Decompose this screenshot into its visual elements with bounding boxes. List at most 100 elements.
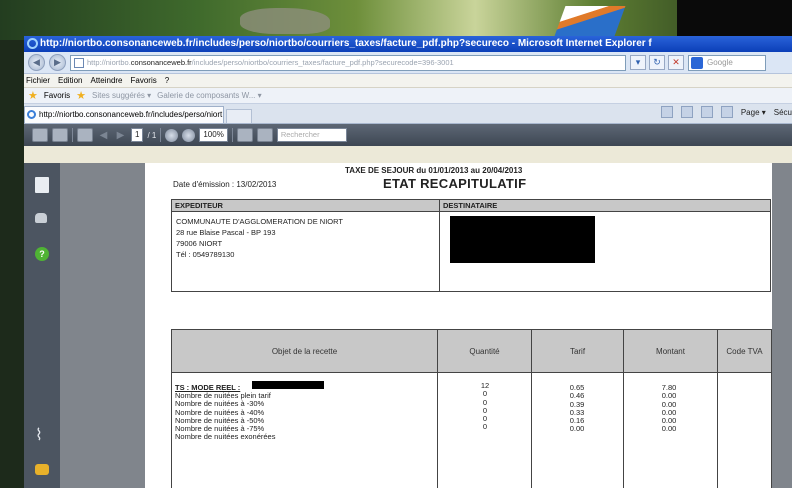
col-header-code-tva: Code TVA bbox=[717, 329, 772, 373]
comment-icon[interactable] bbox=[35, 464, 49, 475]
tarif-cell: 0.00 bbox=[569, 424, 585, 434]
tab-row: http://niortbo.consonanceweb.fr/includes… bbox=[24, 104, 792, 124]
star-icon: ★ bbox=[28, 89, 38, 102]
print-icon[interactable] bbox=[32, 128, 48, 142]
expediteur-line: 28 rue Blaise Pascal - BP 193 bbox=[176, 228, 276, 237]
collaborate-icon[interactable] bbox=[77, 128, 93, 142]
back-button[interactable]: ◀ bbox=[28, 54, 45, 71]
attachment-icon[interactable]: ⌇ bbox=[35, 425, 49, 444]
previous-page-icon[interactable]: ◀ bbox=[97, 129, 110, 142]
wallpaper-logo bbox=[554, 6, 626, 36]
page-menu[interactable]: Page ▾ bbox=[741, 108, 766, 117]
tab-ie-icon bbox=[27, 110, 36, 119]
expediteur-box: EXPEDITEUR COMMUNAUTE D'AGGLOMERATION DE… bbox=[171, 199, 440, 292]
page-total: / 1 bbox=[147, 130, 157, 140]
menu-fichier[interactable]: Fichier bbox=[26, 74, 50, 87]
help-icon[interactable]: ? bbox=[35, 247, 49, 261]
date-emission: Date d'émission : 13/02/2013 bbox=[173, 180, 277, 189]
page-icon bbox=[74, 57, 84, 68]
google-icon bbox=[691, 56, 703, 69]
montant-values: 7.80 0.00 0.00 0.00 0.00 0.00 bbox=[657, 383, 681, 434]
document-header: TAXE DE SEJOUR du 01/01/2013 au 20/04/20… bbox=[345, 166, 523, 175]
stop-button[interactable]: ✕ bbox=[668, 55, 684, 70]
dropdown-arrow-button[interactable]: ▾ bbox=[630, 55, 646, 70]
internet-explorer-icon bbox=[27, 38, 38, 49]
fit-width-icon[interactable] bbox=[256, 128, 273, 142]
col-header-tarif: Tarif bbox=[531, 329, 623, 373]
expediteur-line: Tél : 0549789130 bbox=[176, 250, 235, 259]
pdf-page: TAXE DE SEJOUR du 01/01/2013 au 20/04/20… bbox=[145, 163, 772, 488]
quantite-cell: 0 bbox=[482, 422, 488, 432]
destinataire-header: DESTINATAIRE bbox=[440, 200, 770, 212]
pdf-viewer-area: ? ⌇ TAXE DE SEJOUR du 01/01/2013 au 20/0… bbox=[24, 163, 792, 488]
search-input[interactable]: Google bbox=[688, 54, 766, 71]
montant-cell: 0.00 bbox=[661, 424, 677, 434]
print-icon[interactable] bbox=[720, 106, 733, 118]
ie-window: http://niortbo.consonanceweb.fr/includes… bbox=[24, 36, 792, 488]
zoom-in-icon[interactable] bbox=[182, 128, 196, 142]
find-input[interactable]: Rechercher bbox=[276, 128, 347, 142]
table-col-line bbox=[171, 372, 172, 488]
expediteur-line: 79006 NIORT bbox=[176, 239, 223, 248]
expediteur-header: EXPEDITEUR bbox=[172, 200, 439, 212]
col-header-montant: Montant bbox=[623, 329, 717, 373]
home-icon[interactable] bbox=[660, 106, 673, 118]
menu-edition[interactable]: Edition bbox=[58, 74, 82, 87]
separator bbox=[231, 128, 233, 142]
screenshot: http://niortbo.consonanceweb.fr/includes… bbox=[0, 0, 792, 488]
menu-atteindre[interactable]: Atteindre bbox=[90, 74, 122, 87]
forward-button[interactable]: ▶ bbox=[49, 54, 66, 71]
navigation-panel: ? ⌇ bbox=[24, 163, 60, 488]
search-placeholder: Google bbox=[707, 57, 733, 67]
refresh-button[interactable]: ↻ bbox=[649, 55, 665, 70]
window-title: http://niortbo.consonanceweb.fr/includes… bbox=[40, 38, 652, 49]
address-toolbar: ◀ ▶ http://niortbo.consonanceweb.fr/incl… bbox=[24, 52, 792, 74]
favorites-button[interactable]: Favoris bbox=[44, 88, 70, 104]
zoom-out-icon[interactable] bbox=[165, 128, 179, 142]
add-favorite-icon[interactable]: ★ bbox=[76, 88, 86, 104]
separator bbox=[72, 128, 73, 142]
pages-icon[interactable] bbox=[35, 177, 49, 193]
tab-label: http://niortbo.consonanceweb.fr/includes… bbox=[39, 110, 224, 119]
destinataire-box: DESTINATAIRE bbox=[439, 199, 771, 292]
command-bar: Page ▾ Sécu bbox=[660, 106, 792, 118]
col-header-objet: Objet de la recette bbox=[171, 329, 437, 373]
feeds-icon[interactable] bbox=[680, 106, 693, 118]
security-menu[interactable]: Sécu bbox=[774, 108, 792, 117]
pdf-toolbar: ◀ ▶ 1 / 1 100% Rechercher bbox=[24, 124, 792, 146]
menu-help[interactable]: ? bbox=[165, 74, 169, 87]
row-labels: Nombre de nuitées plein tarif Nombre de … bbox=[175, 391, 275, 442]
redacted-establishment bbox=[252, 381, 324, 389]
desktop-dark-area bbox=[677, 0, 792, 40]
table-col-line bbox=[623, 372, 624, 488]
redacted-recipient bbox=[450, 216, 595, 263]
address-buttons: ▾ ↻ ✕ bbox=[630, 55, 684, 70]
fit-page-icon[interactable] bbox=[236, 128, 253, 142]
table-col-line bbox=[531, 372, 532, 488]
tab-current[interactable]: http://niortbo.consonanceweb.fr/includes… bbox=[24, 106, 224, 123]
window-titlebar[interactable]: http://niortbo.consonanceweb.fr/includes… bbox=[24, 36, 792, 52]
save-icon[interactable] bbox=[52, 128, 68, 142]
favorites-bar: ★ Favoris ★ Sites suggérés ▾ Galerie de … bbox=[24, 88, 792, 104]
quantite-values: 12 0 0 0 0 0 bbox=[475, 381, 495, 432]
fav-sites-suggeres[interactable]: Sites suggérés ▾ bbox=[92, 88, 151, 104]
address-prefix: http://niortbo. bbox=[87, 57, 131, 67]
next-page-icon[interactable]: ▶ bbox=[114, 129, 127, 142]
mail-icon[interactable] bbox=[700, 106, 713, 118]
address-domain: consonanceweb.fr bbox=[130, 57, 192, 67]
table-col-line bbox=[717, 372, 772, 488]
fav-galerie[interactable]: Galerie de composants W... ▾ bbox=[157, 88, 262, 104]
separator bbox=[160, 128, 162, 142]
tarif-values: 0.65 0.46 0.39 0.33 0.16 0.00 bbox=[565, 383, 589, 434]
expediteur-line: COMMUNAUTE D'AGGLOMERATION DE NIORT bbox=[176, 217, 343, 226]
new-tab-button[interactable] bbox=[226, 109, 252, 123]
zoom-field[interactable]: 100% bbox=[199, 128, 228, 142]
col-header-quantite: Quantité bbox=[437, 329, 531, 373]
page-number-field[interactable]: 1 bbox=[131, 128, 144, 142]
address-input[interactable]: http://niortbo.consonanceweb.fr/includes… bbox=[70, 54, 626, 71]
binoculars-icon[interactable] bbox=[35, 213, 47, 223]
table-col-line bbox=[437, 372, 438, 488]
document-title: ETAT RECAPITULATIF bbox=[383, 176, 527, 191]
menu-favoris[interactable]: Favoris bbox=[131, 74, 157, 87]
menu-bar: Fichier Edition Atteindre Favoris ? bbox=[24, 74, 792, 88]
